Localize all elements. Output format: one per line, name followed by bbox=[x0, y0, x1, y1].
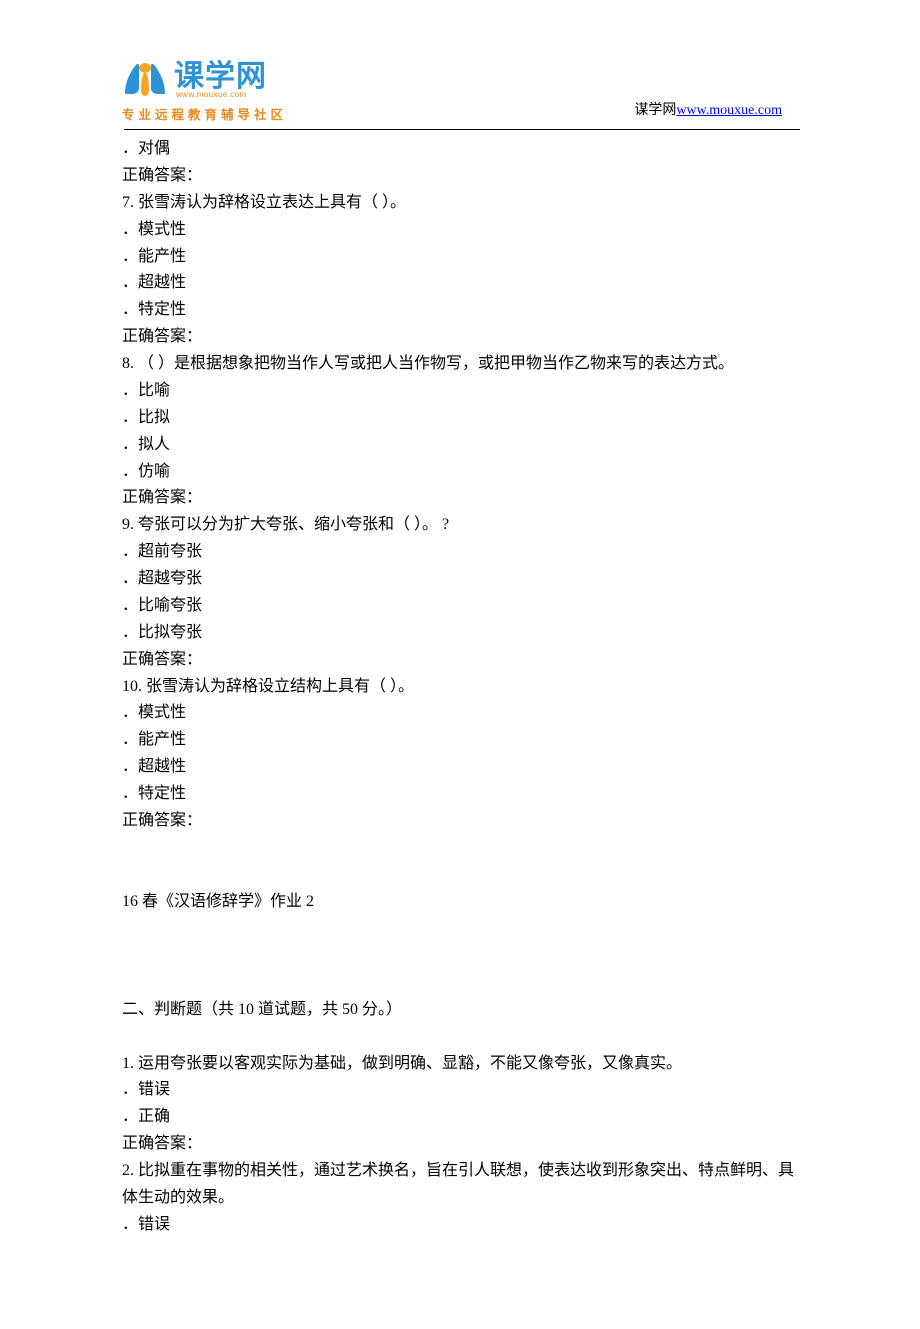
question-stem: 10. 张雪涛认为辞格设立结构上具有（ ）。 bbox=[122, 674, 802, 701]
logo-text: 课学网 bbox=[174, 62, 267, 92]
logo-top: 课学网 www.mouxue.com bbox=[122, 60, 267, 100]
section-heading: 二、判断题（共 10 道试题，共 50 分。） bbox=[122, 997, 802, 1024]
option-text: ．特定性 bbox=[122, 297, 802, 324]
logo-text-wrap: 课学网 www.mouxue.com bbox=[174, 62, 267, 99]
option-text: ．模式性 bbox=[122, 217, 802, 244]
option-text: ．对偶 bbox=[122, 136, 802, 163]
option-text: ．特定性 bbox=[122, 781, 802, 808]
option-text: ．模式性 bbox=[122, 700, 802, 727]
option-text: ．比拟 bbox=[122, 405, 802, 432]
option-text: ．能产性 bbox=[122, 727, 802, 754]
site-url-link[interactable]: www.mouxue.com bbox=[676, 103, 782, 118]
header-divider bbox=[124, 129, 800, 130]
question-stem: 7. 张雪涛认为辞格设立表达上具有（ ）。 bbox=[122, 190, 802, 217]
logo-icon bbox=[122, 60, 168, 100]
spacer bbox=[122, 835, 802, 889]
option-text: ．比拟夸张 bbox=[122, 620, 802, 647]
answer-label: 正确答案： bbox=[122, 1131, 802, 1158]
logo-tagline: 专业远程教育辅导社区 bbox=[122, 104, 287, 123]
spacer bbox=[122, 1024, 802, 1051]
option-text: ．超前夸张 bbox=[122, 539, 802, 566]
content-body: ．对偶 正确答案： 7. 张雪涛认为辞格设立表达上具有（ ）。 ．模式性 ．能产… bbox=[122, 136, 802, 1239]
option-text: ．超越性 bbox=[122, 270, 802, 297]
option-text: ．超越性 bbox=[122, 754, 802, 781]
spacer bbox=[122, 970, 802, 997]
site-reference: 谋学网www.mouxue.com bbox=[634, 99, 782, 123]
option-text: ．拟人 bbox=[122, 432, 802, 459]
option-text: ．比喻 bbox=[122, 378, 802, 405]
page-header: 课学网 www.mouxue.com 专业远程教育辅导社区 谋学网www.mou… bbox=[122, 60, 802, 123]
question-stem: 1. 运用夸张要以客观实际为基础，做到明确、显豁，不能又像夸张，又像真实。 bbox=[122, 1051, 802, 1078]
answer-label: 正确答案： bbox=[122, 163, 802, 190]
option-text: ．超越夸张 bbox=[122, 566, 802, 593]
option-text: ．错误 bbox=[122, 1077, 802, 1104]
answer-label: 正确答案： bbox=[122, 324, 802, 351]
question-stem: 9. 夸张可以分为扩大夸张、缩小夸张和（ ）。 ? bbox=[122, 512, 802, 539]
answer-label: 正确答案： bbox=[122, 647, 802, 674]
section-title: 16 春《汉语修辞学》作业 2 bbox=[122, 889, 802, 916]
page-container: 课学网 www.mouxue.com 专业远程教育辅导社区 谋学网www.mou… bbox=[0, 0, 920, 1329]
question-stem: 8. （ ）是根据想象把物当作人写或把人当作物写，或把甲物当作乙物来写的表达方式… bbox=[122, 351, 802, 378]
site-label: 谋学网 bbox=[634, 103, 676, 118]
answer-label: 正确答案： bbox=[122, 485, 802, 512]
option-text: ．错误 bbox=[122, 1212, 802, 1239]
answer-label: 正确答案： bbox=[122, 808, 802, 835]
option-text: ．正确 bbox=[122, 1104, 802, 1131]
logo-block: 课学网 www.mouxue.com 专业远程教育辅导社区 bbox=[122, 60, 287, 123]
option-text: ．能产性 bbox=[122, 244, 802, 271]
spacer bbox=[122, 916, 802, 970]
option-text: ．仿喻 bbox=[122, 459, 802, 486]
option-text: ．比喻夸张 bbox=[122, 593, 802, 620]
question-stem: 2. 比拟重在事物的相关性，通过艺术换名，旨在引人联想，使表达收到形象突出、特点… bbox=[122, 1158, 802, 1212]
